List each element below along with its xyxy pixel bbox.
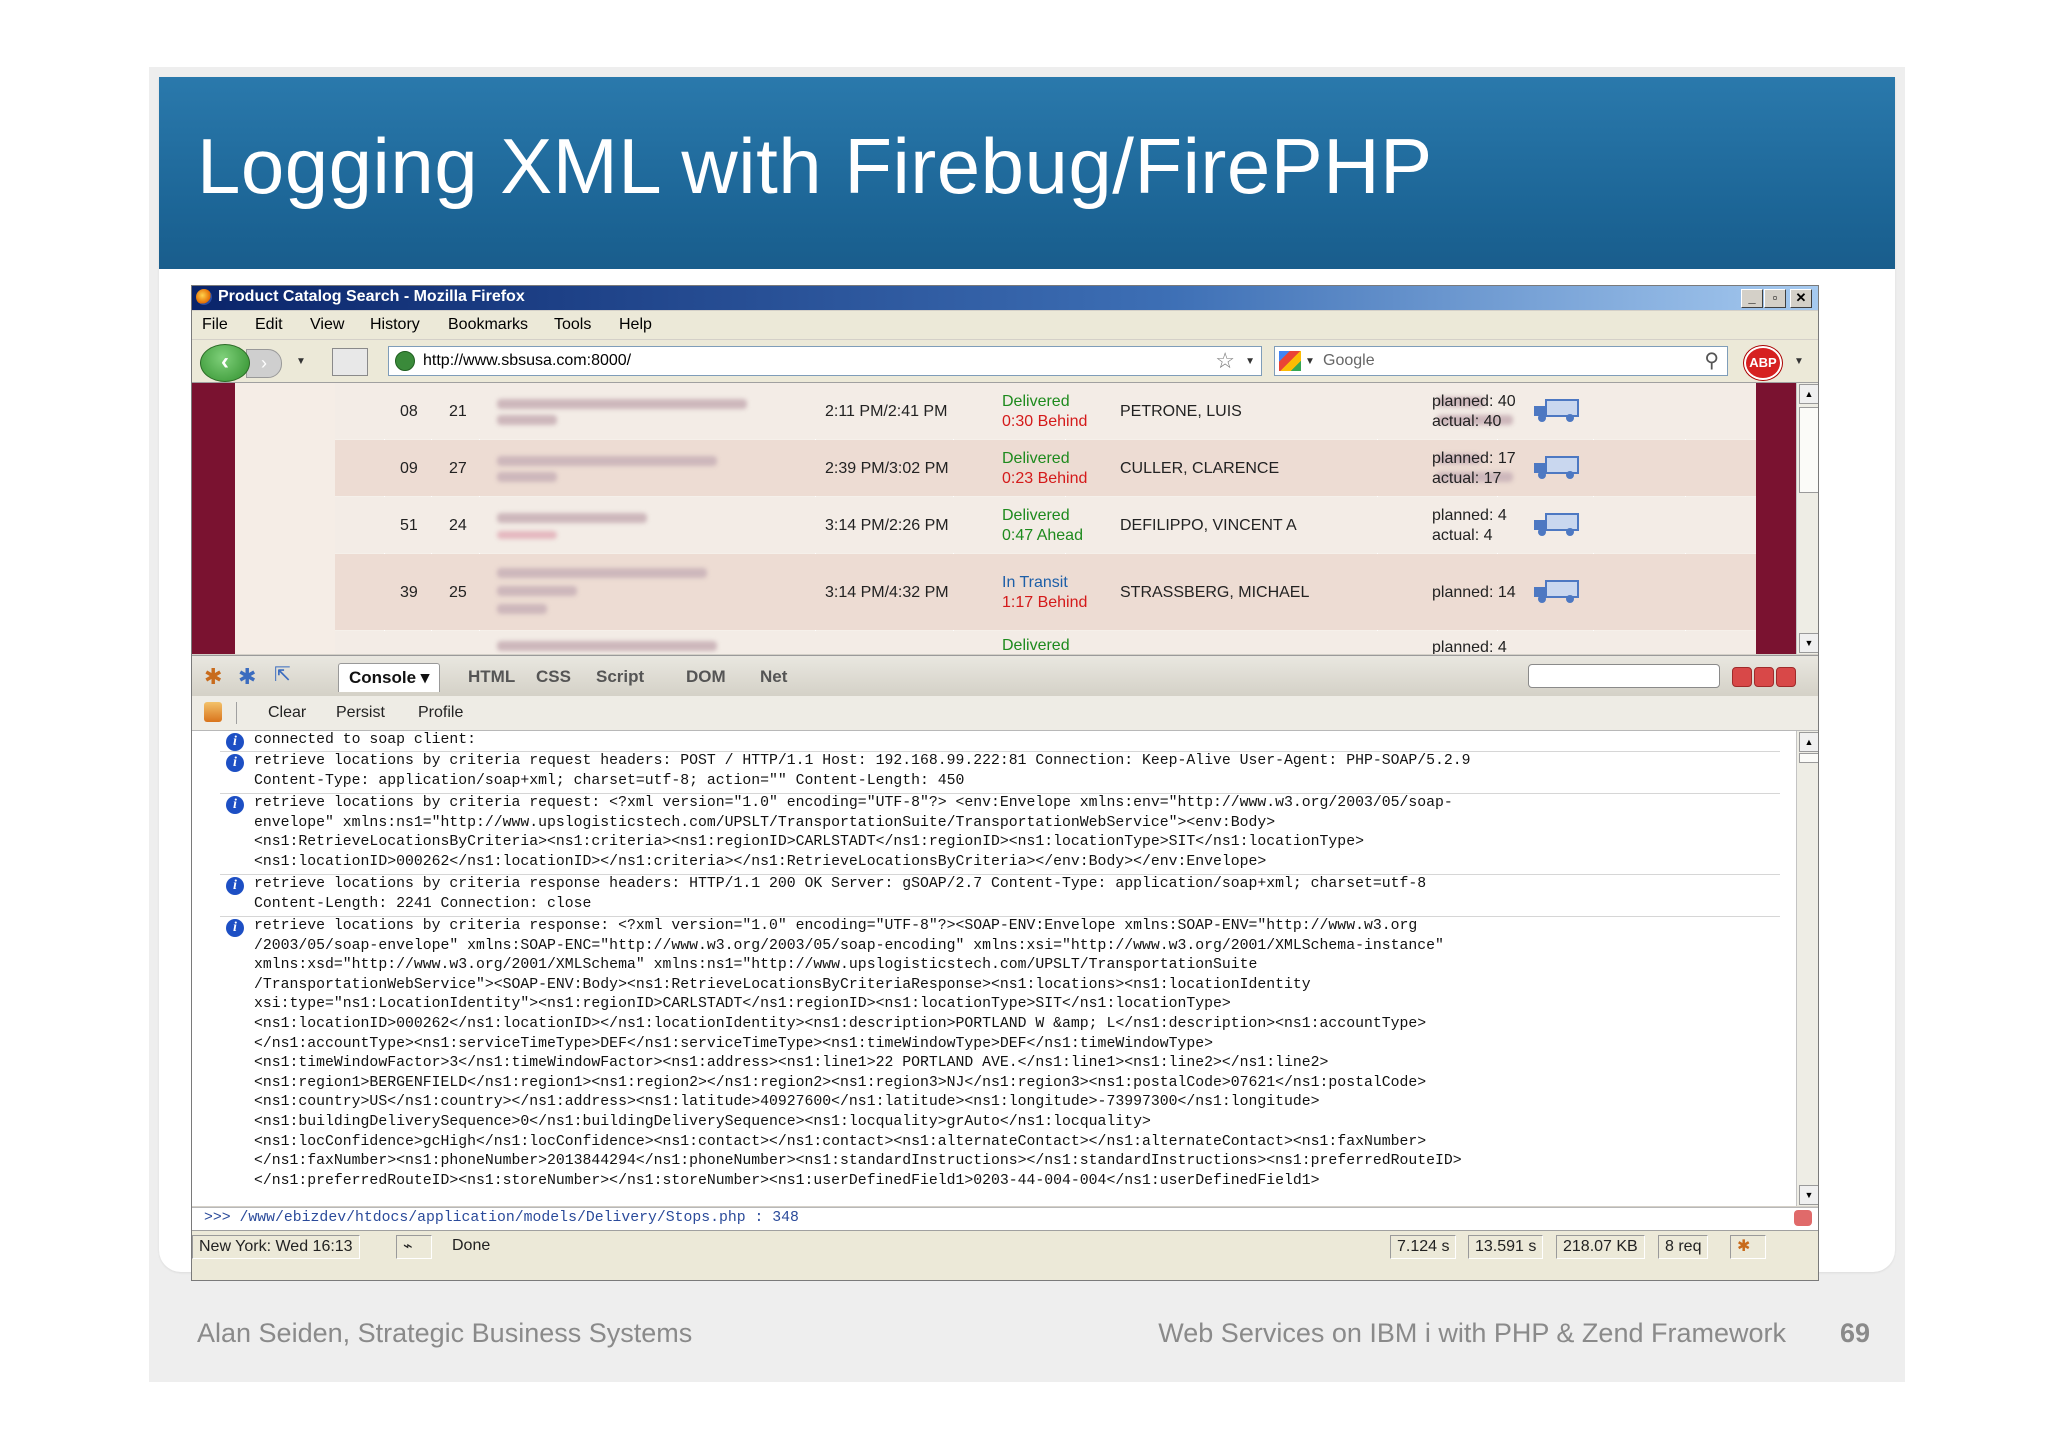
info-icon: i xyxy=(226,754,244,772)
menu-edit[interactable]: Edit xyxy=(255,316,283,334)
truck-icon[interactable] xyxy=(1532,397,1580,423)
search-icon[interactable]: ⚲ xyxy=(1704,348,1719,373)
adblock-dropdown-icon[interactable]: ▼ xyxy=(1794,356,1804,367)
scroll-down-arrow[interactable]: ▼ xyxy=(1799,633,1818,653)
back-button[interactable]: ‹ xyxy=(200,344,250,382)
table-row[interactable]: 08 21 2:11 PM/2:41 PM Delivered 0:30 Beh… xyxy=(335,383,1756,439)
truck-icon[interactable] xyxy=(1532,578,1580,604)
window-title: Product Catalog Search - Mozilla Firefox xyxy=(218,288,525,305)
history-dropdown-icon[interactable]: ▼ xyxy=(296,356,306,367)
delivery-table: 08 21 2:11 PM/2:41 PM Delivered 0:30 Beh… xyxy=(235,383,1756,654)
scroll-up-arrow[interactable]: ▲ xyxy=(1799,384,1818,404)
search-bar[interactable]: ▼ Google ⚲ xyxy=(1274,346,1728,376)
slide-title: Logging XML with Firebug/FirePHP xyxy=(197,122,1433,210)
menu-bar: File Edit View History Bookmarks Tools H… xyxy=(192,311,1818,339)
timing-1: 7.124 s xyxy=(1390,1235,1457,1259)
persist-button[interactable]: Persist xyxy=(336,704,385,722)
footer-talk-title: Web Services on IBM i with PHP & Zend Fr… xyxy=(1158,1318,1786,1348)
truck-icon[interactable] xyxy=(1532,454,1580,480)
table-row[interactable]: 39 25 3:14 PM/4:32 PM In Transit 1:17 Be… xyxy=(335,554,1756,630)
menu-view[interactable]: View xyxy=(310,316,344,334)
expand-command-line-icon[interactable] xyxy=(1794,1210,1812,1226)
tab-script[interactable]: Script xyxy=(596,667,644,687)
status-text: Done xyxy=(452,1237,491,1254)
minimize-firebug-icon[interactable] xyxy=(1732,667,1752,687)
firefox-window: Product Catalog Search - Mozilla Firefox… xyxy=(191,285,1819,1281)
info-icon: i xyxy=(226,919,244,937)
console-scroll-down-arrow[interactable]: ▼ xyxy=(1799,1185,1818,1205)
console-toolbar: Clear Persist Profile xyxy=(192,696,1818,731)
clear-button[interactable]: Clear xyxy=(268,704,306,722)
search-engine-dropdown-icon[interactable]: ▼ xyxy=(1305,356,1315,367)
page-scrollbar[interactable]: ▲ ▼ xyxy=(1796,383,1818,654)
google-icon[interactable] xyxy=(1279,351,1301,371)
slide-header: Logging XML with Firebug/FirePHP xyxy=(159,77,1895,269)
request-count: 8 req xyxy=(1658,1235,1709,1259)
window-titlebar: Product Catalog Search - Mozilla Firefox… xyxy=(192,286,1818,310)
close-firebug-icon[interactable] xyxy=(1776,667,1796,687)
status-bar: New York: Wed 16:13 ⌁ Done 7.124 s 13.59… xyxy=(192,1230,1818,1280)
tab-dom[interactable]: DOM xyxy=(686,667,726,687)
detach-firebug-icon[interactable] xyxy=(1754,667,1774,687)
log-entry: i retrieve locations by criteria respons… xyxy=(220,917,1780,1206)
tab-html[interactable]: HTML xyxy=(468,667,515,687)
menu-file[interactable]: File xyxy=(202,316,228,334)
menu-history[interactable]: History xyxy=(370,316,420,334)
table-row[interactable]: Delivered planned: 4 xyxy=(335,631,1756,654)
menu-help[interactable]: Help xyxy=(619,316,652,334)
minimize-button[interactable]: _ xyxy=(1741,289,1763,308)
forward-button[interactable]: › xyxy=(246,349,282,378)
footer-author: Alan Seiden, Strategic Business Systems xyxy=(197,1318,693,1348)
tab-net[interactable]: Net xyxy=(760,667,787,687)
break-on-error-icon[interactable] xyxy=(204,702,222,722)
console-scrollbar[interactable]: ▲ ▼ xyxy=(1796,731,1818,1206)
profile-button[interactable]: Profile xyxy=(418,704,463,722)
page-content: 08 21 2:11 PM/2:41 PM Delivered 0:30 Beh… xyxy=(192,383,1796,654)
firebug-search-input[interactable] xyxy=(1528,664,1720,688)
scroll-thumb[interactable] xyxy=(1799,407,1818,493)
tab-console[interactable]: Console ▾ xyxy=(338,663,441,692)
bookmark-star-icon[interactable]: ☆ xyxy=(1215,348,1235,374)
clock-panel: New York: Wed 16:13 xyxy=(192,1235,360,1259)
truck-icon[interactable] xyxy=(1532,511,1580,537)
firebug-status-icon[interactable]: ✱ xyxy=(1730,1235,1766,1259)
info-icon: i xyxy=(226,877,244,895)
command-line[interactable]: >>> /www/ebizdev/htdocs/application/mode… xyxy=(192,1207,1818,1230)
print-icon[interactable] xyxy=(332,348,368,376)
log-entry: i retrieve locations by criteria respons… xyxy=(220,875,1780,917)
log-entry: i connected to soap client: xyxy=(220,731,1780,752)
search-placeholder: Google xyxy=(1323,352,1375,369)
log-entry: i retrieve locations by criteria request… xyxy=(220,794,1780,875)
timing-2: 13.591 s xyxy=(1468,1235,1544,1259)
page-number: 69 xyxy=(1840,1318,1871,1348)
page-size: 218.07 KB xyxy=(1556,1235,1645,1259)
menu-tools[interactable]: Tools xyxy=(554,316,591,334)
restore-button[interactable]: ▫ xyxy=(1764,289,1786,308)
adblock-icon[interactable]: ABP xyxy=(1744,346,1782,380)
tab-css[interactable]: CSS xyxy=(536,667,571,687)
firebug-icon[interactable]: ✱ xyxy=(204,664,222,690)
menu-bookmarks[interactable]: Bookmarks xyxy=(448,316,528,334)
firebug-toolbar: ✱ ✱ ⇱ Console ▾ HTML CSS Script DOM Net xyxy=(192,655,1818,696)
navigation-toolbar: › ‹ ▼ http://www.sbsusa.com:8000/ ☆ ▼ ▼ … xyxy=(192,340,1818,383)
url-dropdown-icon[interactable]: ▼ xyxy=(1245,356,1255,367)
table-left-margin xyxy=(235,383,335,654)
info-icon: i xyxy=(226,796,244,814)
console-log: i connected to soap client: i retrieve l… xyxy=(192,731,1796,1206)
table-row[interactable]: 09 27 2:39 PM/3:02 PM Delivered 0:23 Beh… xyxy=(335,440,1756,496)
info-icon: i xyxy=(226,733,244,751)
console-scroll-thumb[interactable] xyxy=(1799,753,1818,763)
close-button[interactable]: ✕ xyxy=(1790,289,1812,308)
url-text: http://www.sbsusa.com:8000/ xyxy=(423,352,632,369)
inspect-icon[interactable]: ✱ xyxy=(238,664,256,690)
site-identity-icon[interactable] xyxy=(395,351,415,371)
url-bar[interactable]: http://www.sbsusa.com:8000/ ☆ ▼ xyxy=(388,346,1262,376)
console-scroll-up-arrow[interactable]: ▲ xyxy=(1799,732,1818,752)
table-row[interactable]: 51 24 3:14 PM/2:26 PM Delivered 0:47 Ahe… xyxy=(335,497,1756,553)
pointer-icon[interactable]: ⇱ xyxy=(274,662,291,687)
connection-icon: ⌁ xyxy=(396,1235,432,1259)
firefox-icon xyxy=(196,289,212,305)
log-entry: i retrieve locations by criteria request… xyxy=(220,752,1780,794)
